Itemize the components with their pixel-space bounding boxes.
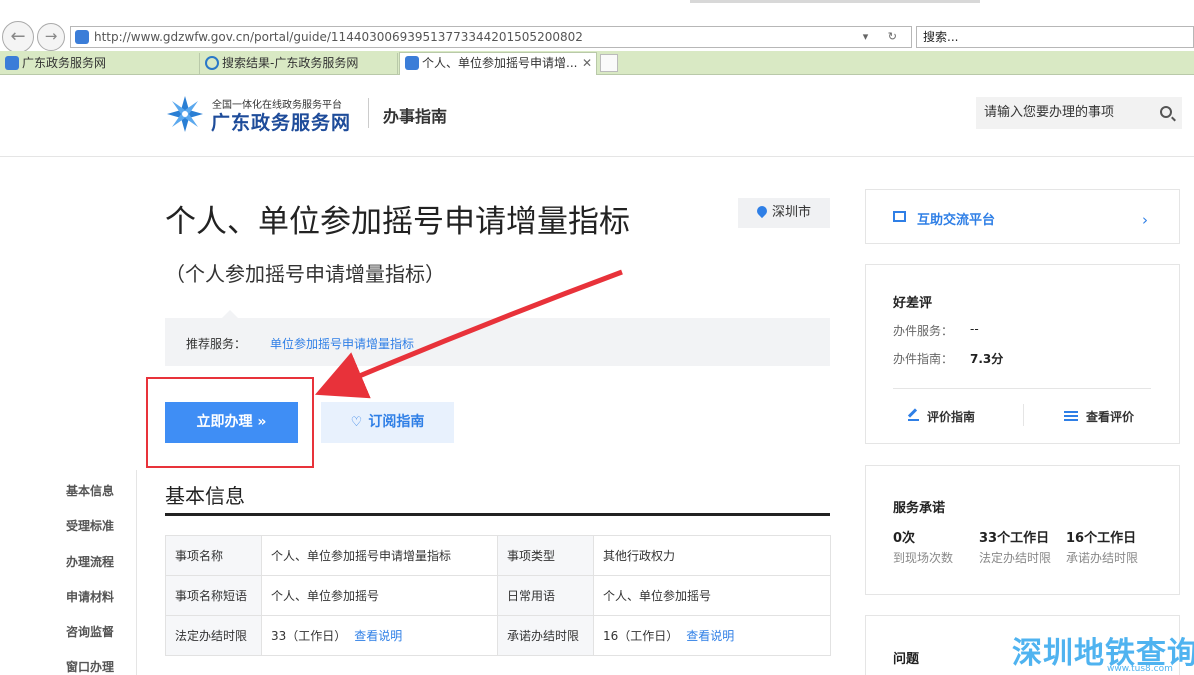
nav-item-basic-info[interactable]: 基本信息 — [66, 482, 114, 499]
tab-gdzwfw[interactable]: 广东政务服务网 — [0, 53, 200, 75]
table-cell-value: 个人、单位参加摇号 — [593, 575, 831, 616]
table-row: 法定办结时限 33（工作日） 查看说明 承诺办结时限 16（工作日） 查看说明 — [165, 615, 831, 656]
tab-label: 个人、单位参加摇号申请增... — [422, 56, 578, 70]
table-cell-label: 事项名称短语 — [165, 575, 262, 616]
nav-item-materials[interactable]: 申请材料 — [66, 588, 114, 605]
table-cell-label: 事项名称 — [165, 535, 262, 576]
pencil-icon — [908, 410, 919, 421]
header-divider — [368, 98, 369, 128]
view-explanation-link[interactable]: 查看说明 — [354, 629, 402, 643]
new-tab-button[interactable] — [600, 54, 618, 72]
nav-item-acceptance[interactable]: 受理标准 — [66, 517, 114, 534]
url-text: http://www.gdzwfw.gov.cn/portal/guide/11… — [94, 30, 583, 44]
site-favicon-icon — [5, 56, 19, 70]
table-cell-value: 个人、单位参加摇号 — [261, 575, 498, 616]
logo-title[interactable]: 广东政务服务网 — [211, 108, 351, 135]
browser-address-bar: ← → http://www.gdzwfw.gov.cn/portal/guid… — [0, 0, 1194, 53]
back-arrow-icon[interactable]: ← — [2, 21, 34, 53]
chevron-right-icon[interactable]: › — [1142, 211, 1148, 229]
stat-label: 到现场次数 — [893, 551, 954, 565]
section-rule — [165, 513, 830, 516]
top-strip — [690, 0, 980, 3]
tab-search-results[interactable]: 搜索结果-广东政务服务网 — [200, 53, 398, 75]
faq-title: 问题 — [893, 652, 920, 667]
ie-icon — [205, 56, 219, 70]
service-rating-label: 办件服务： — [893, 324, 954, 338]
section-title-basic-info: 基本信息 — [165, 484, 245, 508]
nav-item-process[interactable]: 办理流程 — [66, 553, 114, 570]
table-row: 事项名称 个人、单位参加摇号申请增量指标 事项类型 其他行政权力 — [165, 535, 831, 576]
site-search-placeholder: 请输入您要办理的事项 — [984, 105, 1115, 120]
location-pin-icon — [754, 203, 770, 219]
guide-rating-label: 办件指南： — [893, 352, 954, 366]
forum-card[interactable] — [865, 189, 1180, 244]
list-icon — [1064, 411, 1078, 421]
table-cell-label: 事项类型 — [497, 535, 594, 576]
stat-label: 承诺办结时限 — [1066, 551, 1139, 565]
recommend-box-tip — [222, 310, 238, 318]
table-cell-value: 个人、单位参加摇号申请增量指标 — [261, 535, 498, 576]
url-input[interactable]: http://www.gdzwfw.gov.cn/portal/guide/11… — [70, 26, 912, 48]
table-cell-label: 日常用语 — [497, 575, 594, 616]
location-badge[interactable]: 深圳市 — [738, 198, 830, 228]
watermark-url: www.tus8.com — [1107, 664, 1173, 674]
browser-search-input[interactable]: 搜索... — [916, 26, 1194, 48]
rating-vertical-divider — [1023, 404, 1024, 426]
page-subtitle: （个人参加摇号申请增量指标） — [165, 262, 445, 286]
promise-title: 服务承诺 — [893, 501, 946, 516]
service-rating-value: -- — [970, 322, 979, 336]
site-favicon-icon — [75, 30, 89, 44]
stat-value: 0次 — [893, 531, 916, 546]
page: ← → http://www.gdzwfw.gov.cn/portal/guid… — [0, 0, 1194, 675]
recommend-box — [165, 318, 830, 366]
forum-icon — [893, 211, 906, 222]
tab-current[interactable]: 个人、单位参加摇号申请增... ✕ — [399, 52, 597, 75]
stat-label: 法定办结时限 — [979, 551, 1052, 565]
view-ratings-button[interactable]: 查看评价 — [1064, 408, 1134, 425]
rate-guide-button[interactable]: 评价指南 — [908, 408, 975, 425]
gdzwfw-logo-icon[interactable] — [166, 95, 204, 133]
table-cell-label: 承诺办结时限 — [497, 615, 594, 656]
table-cell-label: 法定办结时限 — [165, 615, 262, 656]
view-ratings-label: 查看评价 — [1086, 410, 1135, 424]
subscribe-label: 订阅指南 — [368, 414, 425, 430]
table-row: 事项名称短语 个人、单位参加摇号 日常用语 个人、单位参加摇号 — [165, 575, 831, 616]
tab-label: 搜索结果-广东政务服务网 — [222, 56, 359, 70]
rating-divider — [893, 388, 1151, 389]
site-search-input[interactable]: 请输入您要办理的事项 — [976, 97, 1182, 129]
search-icon[interactable] — [1160, 106, 1172, 118]
stat-value: 16个工作日 — [1066, 531, 1137, 546]
tab-label: 广东政务服务网 — [22, 56, 107, 70]
nav-item-window[interactable]: 窗口办理 — [66, 658, 114, 675]
promise-time-value: 16（工作日） — [603, 629, 679, 643]
guide-rating-value: 7.3分 — [970, 352, 1004, 366]
table-cell-value: 33（工作日） 查看说明 — [261, 615, 498, 656]
recommend-link[interactable]: 单位参加摇号申请增量指标 — [270, 335, 414, 352]
nav-item-consult[interactable]: 咨询监督 — [66, 623, 114, 640]
legal-time-value: 33（工作日） — [271, 629, 347, 643]
stat-value: 33个工作日 — [979, 531, 1050, 546]
table-cell-value: 16（工作日） 查看说明 — [593, 615, 831, 656]
recommend-label: 推荐服务： — [186, 337, 247, 351]
basic-info-table: 事项名称 个人、单位参加摇号申请增量指标 事项类型 其他行政权力 事项名称短语 … — [165, 535, 831, 656]
heart-icon: ♡ — [350, 415, 363, 430]
subscribe-guide-button[interactable]: ♡ 订阅指南 — [321, 402, 454, 443]
forward-arrow-icon[interactable]: → — [37, 23, 65, 51]
browser-tab-bar: 广东政务服务网 搜索结果-广东政务服务网 个人、单位参加摇号申请增... ✕ — [0, 51, 1194, 75]
table-cell-value: 其他行政权力 — [593, 535, 831, 576]
forum-link[interactable]: 互助交流平台 — [917, 209, 995, 228]
header-section-title: 办事指南 — [383, 107, 448, 126]
rating-title: 好差评 — [893, 296, 933, 311]
annotation-highlight-box — [146, 377, 314, 468]
site-favicon-icon — [405, 56, 419, 70]
location-label: 深圳市 — [772, 205, 812, 220]
view-explanation-link[interactable]: 查看说明 — [686, 629, 734, 643]
page-title: 个人、单位参加摇号申请增量指标 — [165, 204, 630, 240]
refresh-icon[interactable]: ▾ ↻ — [863, 27, 905, 47]
tab-close-icon[interactable]: ✕ — [582, 53, 592, 73]
left-nav — [0, 470, 137, 675]
rate-guide-label: 评价指南 — [927, 410, 976, 424]
